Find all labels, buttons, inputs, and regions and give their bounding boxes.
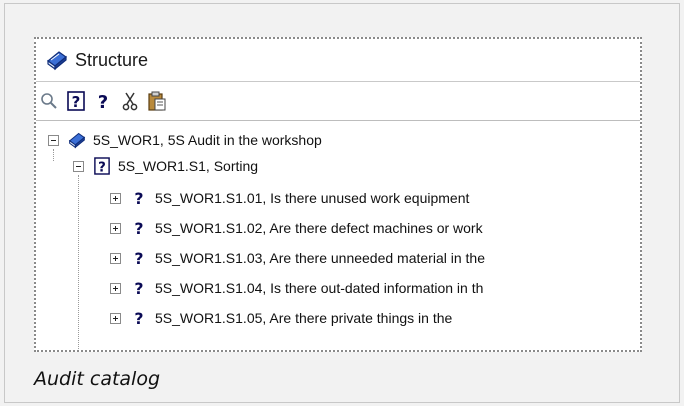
tree-node-question[interactable]: ? 5S_WOR1.S1.05, Are there private thing… xyxy=(110,305,452,331)
paste-button[interactable] xyxy=(146,90,168,112)
scissors-icon xyxy=(122,92,138,111)
collapse-toggle[interactable] xyxy=(73,160,84,172)
question-icon: ? xyxy=(129,278,149,298)
search-button[interactable] xyxy=(38,90,60,112)
question-icon: ? xyxy=(129,188,149,208)
svg-text:?: ? xyxy=(98,160,106,175)
tree-node-label: 5S_WOR1.S1.01, Is there unused work equi… xyxy=(155,190,470,206)
panel-crop-edge xyxy=(34,350,642,352)
tree-node-label: 5S_WOR1.S1, Sorting xyxy=(118,158,259,174)
clipboard-icon xyxy=(148,91,166,111)
tree-node-section[interactable]: ? 5S_WOR1.S1, Sorting xyxy=(73,153,258,179)
tree-node-label: 5S_WOR1, 5S Audit in the workshop xyxy=(93,132,322,148)
book-icon xyxy=(47,51,67,71)
expand-toggle[interactable] xyxy=(110,192,121,204)
tree-node-label: 5S_WOR1.S1.02, Are there defect machines… xyxy=(155,220,483,236)
book-icon xyxy=(67,130,87,150)
svg-text:?: ? xyxy=(134,189,143,207)
expand-toggle[interactable] xyxy=(110,282,121,294)
question-button[interactable]: ? xyxy=(92,90,114,112)
svg-text:?: ? xyxy=(134,309,143,327)
expand-toggle[interactable] xyxy=(110,222,121,234)
svg-text:?: ? xyxy=(72,93,81,111)
figure-caption: Audit catalog xyxy=(34,368,161,390)
question-icon: ? xyxy=(129,218,149,238)
cut-button[interactable] xyxy=(119,90,141,112)
tree-node-label: 5S_WOR1.S1.05, Are there private things … xyxy=(155,310,453,326)
collapse-toggle[interactable] xyxy=(48,134,59,146)
structure-panel: Structure ? ? 5S_WOR1, 5S Audit in the w… xyxy=(34,37,642,352)
question-box-icon: ? xyxy=(67,91,85,111)
question-icon: ? xyxy=(129,308,149,328)
tree-connector xyxy=(78,175,79,352)
magnifier-icon xyxy=(41,93,57,109)
expand-toggle[interactable] xyxy=(110,252,121,264)
panel-title: Structure xyxy=(75,49,149,70)
tree-node-label: 5S_WOR1.S1.03, Are there unneeded materi… xyxy=(155,250,485,266)
svg-text:?: ? xyxy=(134,279,143,297)
panel-header: Structure xyxy=(36,39,640,82)
svg-text:?: ? xyxy=(134,249,143,267)
question-icon: ? xyxy=(98,92,108,111)
question-box-icon: ? xyxy=(92,156,112,176)
tree-node-label: 5S_WOR1.S1.04, Is there out-dated inform… xyxy=(155,280,484,296)
toolbar: ? ? xyxy=(36,82,640,121)
tree-node-question[interactable]: ? 5S_WOR1.S1.04, Is there out-dated info… xyxy=(110,275,483,301)
svg-text:?: ? xyxy=(134,219,143,237)
expand-toggle[interactable] xyxy=(110,312,121,324)
svg-text:?: ? xyxy=(98,92,108,111)
question-box-button[interactable]: ? xyxy=(65,90,87,112)
tree-node-root[interactable]: 5S_WOR1, 5S Audit in the workshop xyxy=(48,127,322,153)
question-icon: ? xyxy=(129,248,149,268)
tree-node-question[interactable]: ? 5S_WOR1.S1.03, Are there unneeded mate… xyxy=(110,245,485,271)
tree-node-question[interactable]: ? 5S_WOR1.S1.02, Are there defect machin… xyxy=(110,215,483,241)
tree-node-question[interactable]: ? 5S_WOR1.S1.01, Is there unused work eq… xyxy=(110,185,469,211)
